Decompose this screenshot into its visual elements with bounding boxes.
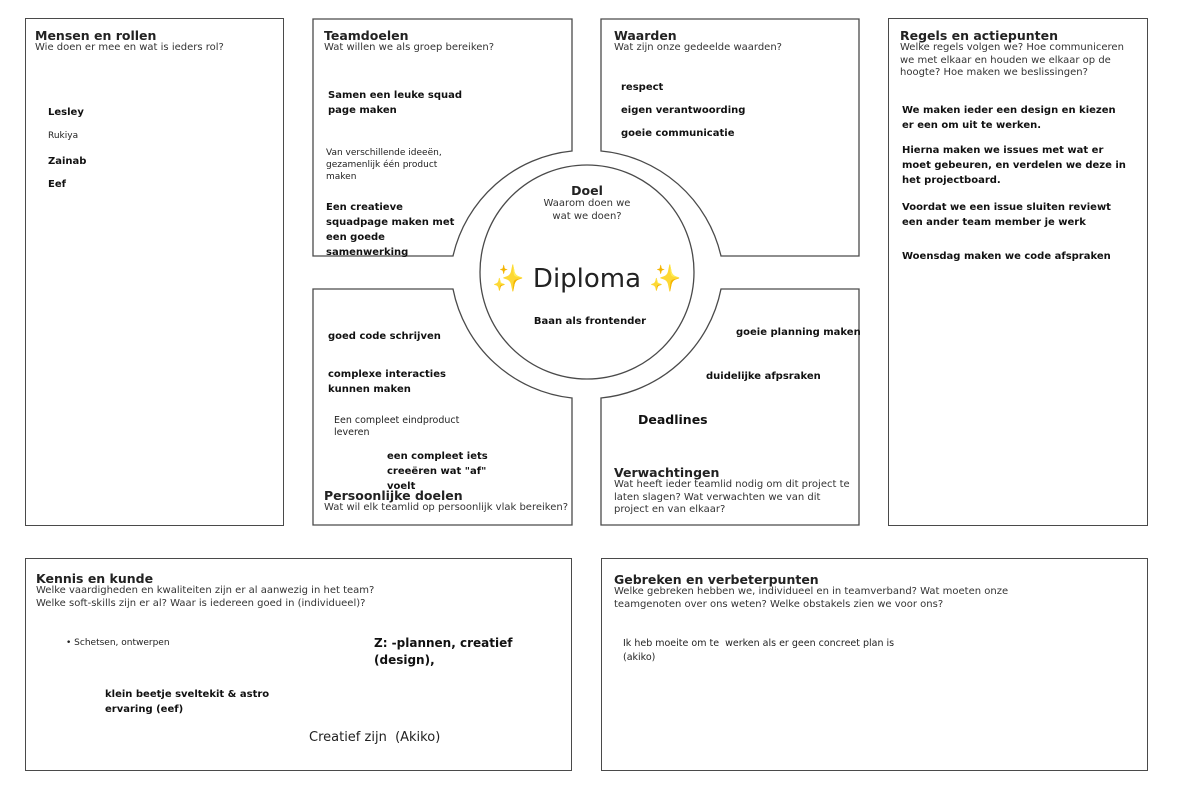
regels-note-1: We maken ieder een design en kiezen er e… xyxy=(902,105,1116,131)
waarden-subtitle: Wat zijn onze gedeelde waarden? xyxy=(614,42,782,53)
persoonlijk-note-3: Een compleet eindproduct leveren xyxy=(334,415,460,438)
kennis-note-1: • Schetsen, ontwerpen xyxy=(66,638,170,648)
verwachtingen-note-1: goeie planning maken xyxy=(736,327,861,338)
regels-note-2: Hierna maken we issues met wat er moet g… xyxy=(902,145,1126,186)
doel-note: Baan als frontender xyxy=(533,316,647,327)
waarden-title: Waarden xyxy=(614,28,677,43)
waarden-note-1: respect xyxy=(621,82,664,93)
verwachtingen-note-2: duidelijke afpsraken xyxy=(706,371,821,382)
kennis-title: Kennis en kunde xyxy=(36,571,154,586)
teamdoelen-subtitle: Wat willen we als groep bereiken? xyxy=(324,42,495,53)
teamdoelen-note-1: Samen een leuke squad page maken xyxy=(328,90,463,116)
persoonlijk-note-1: goed code schrijven xyxy=(328,331,441,342)
regels-note-3: Voordat we een issue sluiten reviewt een… xyxy=(902,202,1111,228)
gebreken-subtitle: Welke gebreken hebben we, individueel en… xyxy=(614,586,1009,610)
waarden-note-3: goeie communicatie xyxy=(621,128,735,139)
waarden-note-2: eigen verantwoording xyxy=(621,105,746,116)
teamdoelen-title: Teamdoelen xyxy=(324,28,409,43)
doel-title: Doel xyxy=(571,183,603,198)
sparkle-icon: ✨ xyxy=(649,264,682,294)
kennis-subtitle: Welke vaardigheden en kwaliteiten zijn e… xyxy=(36,585,375,609)
kennis-note-2: Z: -plannen, creatief (design), xyxy=(374,636,513,667)
regels-subtitle: Welke regels volgen we? Hoe communiceren… xyxy=(900,42,1124,78)
teamdoelen-note-2: Van verschillende ideeën, gezamenlijk éé… xyxy=(326,148,442,182)
persoonlijk-subtitle: Wat wil elk teamlid op persoonlijk vlak … xyxy=(324,502,569,513)
diploma-label: ✨ Diploma ✨ xyxy=(477,264,697,294)
persoonlijk-title: Persoonlijke doelen xyxy=(324,488,463,503)
teamdoelen-note-3: Een creatieve squadpage maken met een go… xyxy=(326,202,455,258)
regels-note-4: Woensdag maken we code afspraken xyxy=(902,251,1111,262)
regels-title: Regels en actiepunten xyxy=(900,28,1059,43)
gebreken-note-1: Ik heb moeite om te werken als er geen c… xyxy=(623,638,898,663)
verwachtingen-title: Verwachtingen xyxy=(614,465,720,480)
persoonlijk-note-2: complexe interacties kunnen maken xyxy=(328,369,446,395)
regels-panel xyxy=(888,18,1148,526)
doel-subtitle: Waarom doen we wat we doen? xyxy=(543,198,631,222)
verwachtingen-subtitle: Wat heeft ieder teamlid nodig om dit pro… xyxy=(614,479,850,515)
kennis-note-3: klein beetje sveltekit & astro ervaring … xyxy=(105,689,270,715)
diploma-text: Diploma xyxy=(532,264,642,294)
kennis-note-4: Creatief zijn (Akiko) xyxy=(309,730,441,745)
sparkle-icon: ✨ xyxy=(492,264,525,294)
verwachtingen-note-3: Deadlines xyxy=(638,412,708,427)
gebreken-title: Gebreken en verbeterpunten xyxy=(614,572,819,587)
